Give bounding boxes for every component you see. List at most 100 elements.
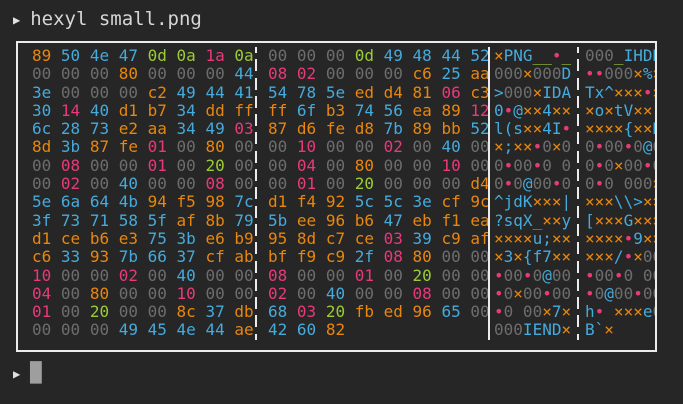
- hex-group-2: 08 02 00 00 00 c6 25 aa: [255, 65, 488, 84]
- hex-byte: 10: [176, 284, 196, 303]
- ascii-char: 0: [503, 65, 514, 84]
- hex-byte: 25: [441, 65, 461, 84]
- hex-byte: 75: [147, 229, 167, 248]
- ascii-group-1: ×PNG__•_: [488, 47, 577, 66]
- ascii-char: h: [585, 303, 595, 322]
- hex-byte: 87: [89, 138, 110, 157]
- hex-byte: 08: [60, 156, 81, 175]
- ascii-char: X: [522, 211, 533, 230]
- hex-row: 00 00 00 49 45 4e 44 ae 42 60 82 000IEND× B…: [18, 321, 655, 340]
- hex-byte: 0a: [234, 47, 254, 65]
- ascii-char: ×: [561, 101, 572, 120]
- ascii-char: I: [522, 321, 533, 340]
- ascii-char: 0: [623, 266, 634, 285]
- ascii-char: •: [594, 175, 605, 194]
- ascii-char: |: [561, 193, 572, 212]
- ascii-char: •: [585, 65, 595, 84]
- ascii-char: 0: [623, 65, 634, 84]
- hex-byte: 00: [89, 266, 110, 285]
- ascii-group-2: ×××\\>××: [577, 193, 655, 212]
- hex-byte: 00: [268, 156, 288, 175]
- ascii-char: ×: [532, 120, 543, 139]
- ascii-group-1: 000IEND×: [488, 321, 577, 340]
- ascii-char: @: [542, 266, 552, 285]
- ascii-char: ^: [494, 193, 504, 212]
- ascii-char: •: [494, 266, 504, 285]
- hex-byte: 00: [147, 284, 167, 303]
- ascii-char: [633, 267, 643, 285]
- ascii-char: (: [503, 120, 514, 139]
- hex-byte: 00: [325, 175, 346, 194]
- ascii-char: /: [613, 248, 624, 267]
- ascii-char: 0: [532, 284, 543, 303]
- hex-byte: 5e: [32, 193, 52, 212]
- hex-byte: 00: [89, 156, 110, 175]
- ascii-char: ×: [604, 120, 614, 139]
- ascii-char: 0: [561, 284, 572, 303]
- ascii-char: B: [585, 321, 595, 340]
- hex-byte: f4: [296, 193, 317, 212]
- ascii-char: [614, 175, 624, 193]
- hex-byte: 79: [234, 211, 254, 230]
- hex-byte: 00: [234, 156, 254, 175]
- hex-byte: 7b: [383, 120, 403, 139]
- ascii-char: ×: [561, 229, 572, 248]
- ascii-char: •: [494, 303, 504, 322]
- hex-byte: 00: [383, 156, 403, 175]
- hex-byte: db: [234, 303, 254, 322]
- hex-byte: 4b: [118, 193, 138, 212]
- ascii-char: 0: [652, 248, 655, 266]
- ascii-char: 0: [522, 156, 533, 175]
- hex-group-2: 54 78 5e ed d4 81 06 c3: [255, 83, 488, 102]
- block-cursor[interactable]: █: [30, 363, 41, 383]
- hex-byte: f9: [296, 248, 317, 267]
- ascii-char: >: [633, 193, 643, 212]
- ascii-char: I: [623, 47, 634, 65]
- hex-row: 01 00 20 00 00 8c 37 db 68 03 20 fb ed 96…: [18, 303, 655, 322]
- command-text: hexyl small.png: [30, 8, 202, 30]
- hex-byte: 5b: [268, 211, 288, 230]
- hex-row: d1 ce b6 e3 75 3b e6 b9 95 8d c7 ce 03 39…: [18, 229, 655, 249]
- hex-byte: 03: [296, 303, 317, 322]
- hex-byte: 45: [147, 321, 167, 340]
- hex-byte: c9: [441, 229, 461, 248]
- hex-byte: 8d: [296, 229, 317, 248]
- hex-byte: ee: [296, 211, 317, 230]
- hex-byte: 00: [268, 138, 288, 157]
- ascii-char: K: [522, 193, 533, 212]
- hex-byte: 02: [60, 175, 81, 194]
- hex-row: 5e 6a 64 4b 94 f5 98 7c d1 f4 92 5c 5c 3e…: [18, 193, 655, 212]
- hex-byte: 00: [234, 175, 254, 194]
- hex-byte: 14: [60, 101, 81, 120]
- hex-byte: 5c: [383, 193, 403, 212]
- ascii-char: @: [604, 284, 614, 303]
- ascii-char: ?: [494, 211, 504, 230]
- hex-byte: c6: [412, 65, 432, 84]
- hex-byte: 5c: [354, 193, 374, 212]
- ascii-char: ×: [522, 101, 533, 120]
- hex-byte: 44: [205, 83, 225, 102]
- ascii-char: ^: [604, 83, 614, 102]
- ascii-char: ×: [652, 193, 655, 211]
- ascii-char: 3: [503, 248, 514, 267]
- hex-byte: 01: [354, 266, 374, 285]
- ascii-group-1: 0•00•0 0: [488, 156, 577, 176]
- hex-byte: bb: [441, 120, 461, 139]
- ascii-group-2: •00•0 00: [577, 266, 655, 285]
- ascii-char: 0: [613, 284, 624, 303]
- hex-byte: 74: [354, 101, 374, 120]
- prompt-arrow-icon: ▶: [13, 367, 21, 381]
- ascii-char: 0: [604, 65, 614, 84]
- ascii-group-1: >000×IDA: [488, 83, 577, 102]
- hex-byte: ea: [412, 101, 432, 120]
- shell-prompt-line[interactable]: ▶ █: [13, 362, 42, 384]
- hex-row: 10 00 00 02 00 40 00 00 08 00 00 01 00 20…: [18, 266, 655, 285]
- hex-group-2: 5b ee 96 b6 47 eb f1 ea: [255, 211, 488, 230]
- ascii-char: •: [503, 101, 514, 120]
- hex-byte: 4e: [89, 47, 110, 65]
- ascii-char: ×: [633, 83, 643, 102]
- hex-byte: 49: [205, 120, 225, 139]
- hex-byte: 00: [32, 156, 52, 175]
- hex-byte: dd: [205, 101, 225, 120]
- hex-byte: 00: [89, 175, 110, 194]
